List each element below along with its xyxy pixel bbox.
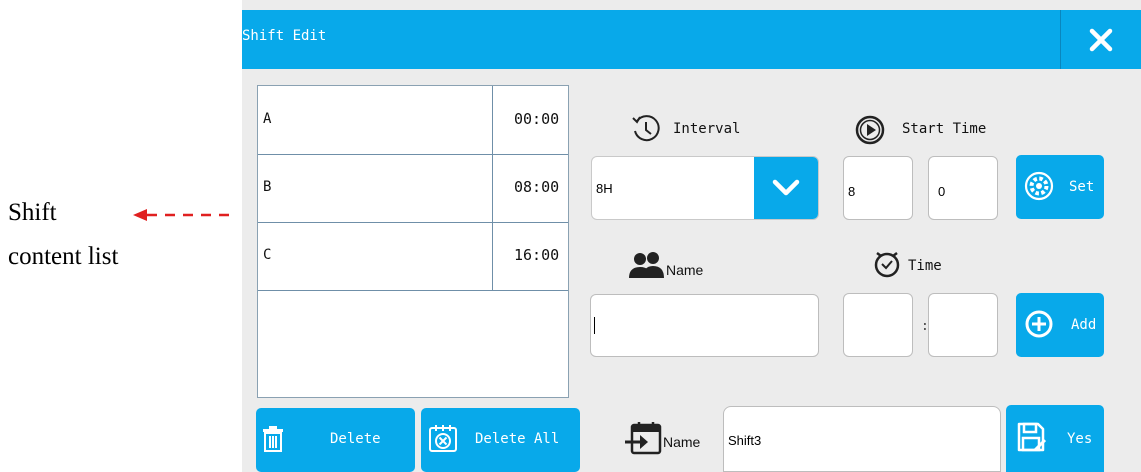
shift-list[interactable]: A 00:00 B 08:00 C 16:00 bbox=[257, 85, 569, 398]
column-divider bbox=[492, 86, 493, 154]
plus-circle-icon bbox=[1025, 310, 1053, 338]
start-minute-value: 0 bbox=[938, 184, 946, 199]
set-button[interactable]: Set bbox=[1016, 155, 1104, 219]
calendar-x-icon bbox=[429, 425, 457, 452]
delete-all-button[interactable]: Delete All bbox=[421, 408, 580, 472]
trash-icon bbox=[263, 426, 283, 452]
shift-name: C bbox=[263, 247, 272, 263]
add-button[interactable]: Add bbox=[1016, 293, 1104, 357]
interval-label: Interval bbox=[673, 121, 741, 137]
interval-value: 8H bbox=[596, 181, 613, 196]
title-bar-divider bbox=[1060, 10, 1061, 69]
shift-time: 08:00 bbox=[514, 178, 560, 196]
shift-name-label: Name bbox=[663, 434, 701, 450]
shift-edit-dialog: Shift Edit A 00:00 B 08:00 C 16:00 Delet… bbox=[242, 0, 1141, 472]
set-button-label: Set bbox=[1069, 179, 1095, 195]
shift-name-input[interactable]: Shift3 bbox=[723, 406, 1001, 472]
time-hour-input[interactable] bbox=[843, 293, 913, 357]
calendar-enter-icon bbox=[625, 422, 662, 455]
chevron-down-icon bbox=[772, 179, 800, 196]
users-icon bbox=[629, 252, 664, 278]
annotation-label-line1: Shift bbox=[8, 199, 57, 226]
yes-button-label: Yes bbox=[1067, 431, 1093, 447]
clock-rotate-icon bbox=[632, 115, 660, 142]
gear-icon bbox=[1024, 171, 1054, 201]
close-button[interactable] bbox=[1070, 10, 1132, 69]
annotation-arrow-icon bbox=[133, 209, 229, 221]
shift-time: 16:00 bbox=[514, 246, 560, 264]
shift-row[interactable]: A 00:00 bbox=[258, 86, 568, 155]
annotation-label-line2: content list bbox=[8, 243, 119, 270]
yes-button[interactable]: Yes bbox=[1006, 405, 1104, 472]
delete-button[interactable]: Delete bbox=[256, 408, 415, 472]
delete-all-button-label: Delete All bbox=[475, 431, 560, 447]
interval-dropdown[interactable]: 8H bbox=[591, 156, 819, 220]
column-divider bbox=[492, 154, 493, 222]
close-icon bbox=[1089, 28, 1113, 51]
time-label: Time bbox=[908, 258, 942, 274]
shift-name-value: Shift3 bbox=[728, 433, 762, 448]
text-cursor bbox=[594, 317, 595, 334]
shift-name: B bbox=[263, 179, 272, 195]
name-input[interactable] bbox=[590, 294, 819, 357]
save-icon bbox=[1017, 422, 1046, 452]
start-hour-input[interactable]: 8 bbox=[843, 156, 913, 220]
time-minute-input[interactable] bbox=[928, 293, 998, 357]
add-button-label: Add bbox=[1071, 317, 1097, 333]
shift-time: 00:00 bbox=[514, 110, 560, 128]
alarm-clock-icon bbox=[874, 252, 900, 278]
delete-button-label: Delete bbox=[330, 431, 381, 447]
name-label: Name bbox=[666, 262, 704, 278]
start-hour-value: 8 bbox=[848, 184, 856, 199]
start-minute-input[interactable]: 0 bbox=[928, 156, 998, 220]
start-time-label: Start Time bbox=[902, 121, 987, 137]
window-title: Shift Edit bbox=[242, 28, 327, 44]
shift-name: A bbox=[263, 111, 272, 127]
column-divider bbox=[492, 222, 493, 290]
shift-row[interactable]: C 16:00 bbox=[258, 222, 568, 291]
title-bar: Shift Edit bbox=[242, 10, 1141, 69]
dropdown-toggle[interactable] bbox=[754, 157, 818, 219]
shift-row[interactable]: B 08:00 bbox=[258, 154, 568, 223]
play-circle-icon bbox=[855, 115, 885, 145]
